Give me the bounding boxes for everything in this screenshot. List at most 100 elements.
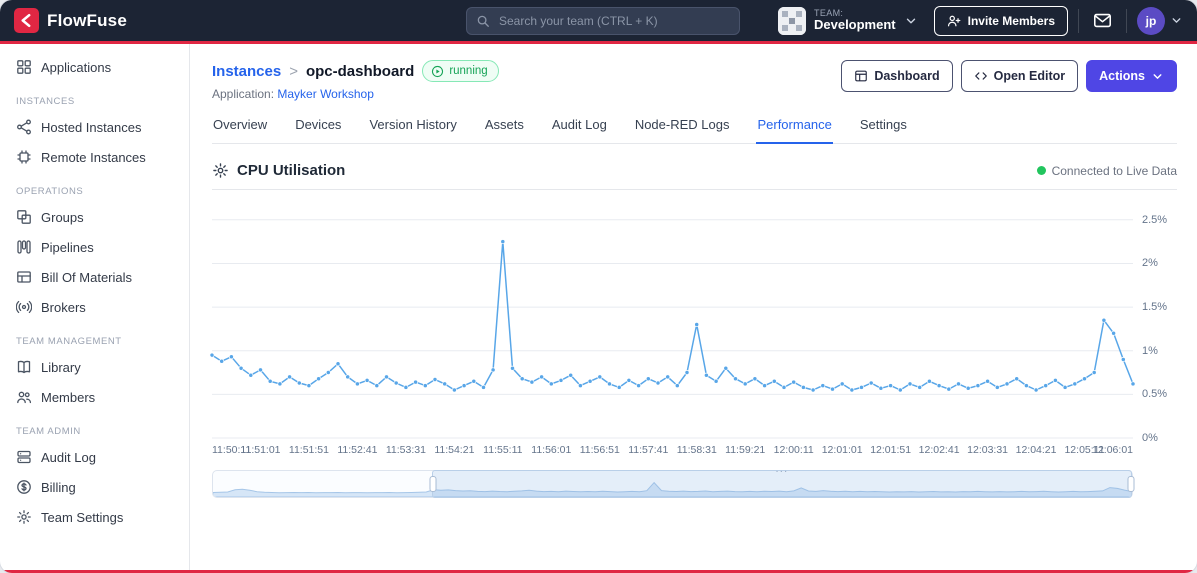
- sidebar-item-label: Library: [41, 359, 81, 375]
- application-link[interactable]: Mayker Workshop: [277, 87, 373, 101]
- team-avatar: [777, 6, 806, 35]
- sidebar-item-label: Bill Of Materials: [41, 269, 133, 285]
- navigator-handle-right[interactable]: [1127, 476, 1135, 492]
- sidebar-item-billing[interactable]: Billing: [0, 472, 189, 502]
- user-menu[interactable]: jp: [1137, 6, 1183, 35]
- tab-devices[interactable]: Devices: [294, 117, 342, 143]
- tab-audit-log[interactable]: Audit Log: [551, 117, 608, 143]
- chart-range-navigator[interactable]: [212, 468, 1135, 498]
- actions-button-label: Actions: [1099, 69, 1145, 83]
- dashboard-icon: [854, 69, 868, 83]
- avatar: jp: [1137, 6, 1165, 35]
- tab-settings[interactable]: Settings: [859, 117, 908, 143]
- search-input[interactable]: [496, 12, 730, 29]
- sidebar-section-heading: OPERATIONS: [16, 186, 84, 197]
- sidebar-section-heading: TEAM MANAGEMENT: [16, 336, 122, 347]
- pipelines-icon: [16, 239, 32, 255]
- x-axis-label: 11:52:41: [337, 444, 378, 456]
- instance-header: Instances > opc-dashboard running Applic…: [212, 60, 499, 101]
- tab-node-red-logs[interactable]: Node-RED Logs: [634, 117, 731, 143]
- dashboard-button[interactable]: Dashboard: [841, 60, 953, 92]
- breadcrumb-instances-link[interactable]: Instances: [212, 63, 281, 80]
- sidebar-section-heading: TEAM ADMIN: [16, 426, 81, 437]
- cpu-chart: 0% 0.5% 1% 1.5% 2% 2.5%: [209, 198, 1167, 444]
- navigator-grip[interactable]: [775, 468, 788, 476]
- navbar-divider: [1126, 8, 1127, 33]
- navigator-selection[interactable]: [429, 468, 1135, 498]
- sidebar-item-label: Members: [41, 389, 96, 405]
- y-axis-label: 1%: [1142, 344, 1158, 357]
- sidebar-item-bill-of-materials[interactable]: Bill Of Materials: [0, 262, 189, 292]
- billing-icon: [16, 479, 32, 495]
- tab-version-history[interactable]: Version History: [368, 117, 457, 143]
- x-axis-label: 11:51:51: [288, 444, 329, 456]
- x-axis-label: 11:56:01: [531, 444, 572, 456]
- sidebar-item-hosted-instances[interactable]: Hosted Instances: [0, 112, 189, 142]
- x-axis-label: 11:57:41: [628, 444, 669, 456]
- cpu-utilisation-panel: CPU Utilisation Connected to Live Data 0…: [209, 162, 1177, 498]
- tab-assets[interactable]: Assets: [484, 117, 525, 143]
- groups-icon: [16, 209, 32, 225]
- sidebar-item-label: Applications: [41, 59, 112, 75]
- flowfuse-logo-icon: [14, 8, 39, 33]
- sidebar-item-label: Audit Log: [41, 449, 96, 465]
- tab-performance[interactable]: Performance: [756, 117, 833, 144]
- sidebar-section-heading: INSTANCES: [16, 96, 75, 107]
- navbar-divider: [1078, 8, 1079, 33]
- x-axis-label: 11:55:11: [483, 444, 523, 456]
- brokers-icon: [16, 299, 32, 315]
- x-axis-label: 11:51:01: [240, 444, 281, 456]
- live-status: Connected to Live Data: [1036, 163, 1177, 178]
- members-icon: [16, 389, 32, 405]
- sidebar-item-library[interactable]: Library: [0, 352, 189, 382]
- sidebar-item-members[interactable]: Members: [0, 382, 189, 412]
- x-axis-label: 11:54:21: [434, 444, 475, 456]
- open-editor-icon: [974, 69, 988, 83]
- sidebar-item-groups[interactable]: Groups: [0, 202, 189, 232]
- chart-title: CPU Utilisation: [237, 162, 346, 179]
- x-axis-labels: 11:50:11 11:51:01 11:51:51 11:52:41 11:53:31…: [212, 444, 1133, 460]
- sidebar-item-applications[interactable]: Applications: [0, 52, 189, 82]
- brand-name: FlowFuse: [47, 10, 127, 30]
- status-badge: running: [422, 60, 499, 82]
- app-window: FlowFuse TEAM: Development: [0, 0, 1197, 573]
- navbar-right-controls: TEAM: Development Invite Members jp: [772, 3, 1183, 39]
- x-axis-label: 12:01:51: [870, 444, 912, 456]
- tab-overview[interactable]: Overview: [212, 117, 268, 143]
- sidebar-item-label: Hosted Instances: [41, 119, 142, 135]
- actions-button[interactable]: Actions: [1086, 60, 1177, 92]
- sidebar-item-audit-log[interactable]: Audit Log: [0, 442, 189, 472]
- live-dot-icon: [1036, 166, 1046, 175]
- instance-tabs: Overview Devices Version History Assets Audi…: [212, 117, 1177, 144]
- y-axis-label: 2.5%: [1142, 213, 1168, 226]
- x-axis-label: 12:00:11: [773, 444, 814, 456]
- sidebar-item-remote-instances[interactable]: Remote Instances: [0, 142, 189, 172]
- application-line: Application: Mayker Workshop: [212, 87, 499, 101]
- team-selector[interactable]: TEAM: Development: [772, 3, 924, 39]
- sidebar-item-label: Brokers: [41, 299, 86, 315]
- mail-icon: [1093, 11, 1112, 30]
- navigator-handle-left[interactable]: [429, 476, 437, 492]
- dashboard-button-label: Dashboard: [874, 69, 940, 83]
- sidebar-item-pipelines[interactable]: Pipelines: [0, 232, 189, 262]
- invite-members-button[interactable]: Invite Members: [933, 5, 1068, 36]
- flowfuse-logo[interactable]: FlowFuse: [14, 8, 127, 33]
- gear-icon: [212, 162, 229, 179]
- sidebar-item-team-settings[interactable]: Team Settings: [0, 502, 189, 532]
- x-axis-label: 12:02:41: [918, 444, 960, 456]
- chart-area: 0% 0.5% 1% 1.5% 2% 2.5% 11:50:11 11:51:01 11:51…: [209, 198, 1177, 498]
- open-editor-button[interactable]: Open Editor: [960, 60, 1079, 92]
- user-plus-icon: [947, 14, 961, 28]
- sidebar-item-brokers[interactable]: Brokers: [0, 292, 189, 322]
- notifications-button[interactable]: [1089, 7, 1116, 34]
- search-icon: [476, 14, 490, 28]
- open-editor-button-label: Open Editor: [993, 69, 1066, 83]
- x-axis-label: 11:59:21: [725, 444, 766, 456]
- x-axis-label: 12:04:21: [1015, 444, 1057, 456]
- top-navbar: FlowFuse TEAM: Development: [0, 0, 1197, 44]
- live-status-label: Connected to Live Data: [1051, 163, 1177, 178]
- y-axis-label: 0%: [1142, 432, 1158, 444]
- invite-members-label: Invite Members: [967, 13, 1055, 28]
- applications-icon: [16, 59, 32, 75]
- team-search[interactable]: [465, 6, 740, 35]
